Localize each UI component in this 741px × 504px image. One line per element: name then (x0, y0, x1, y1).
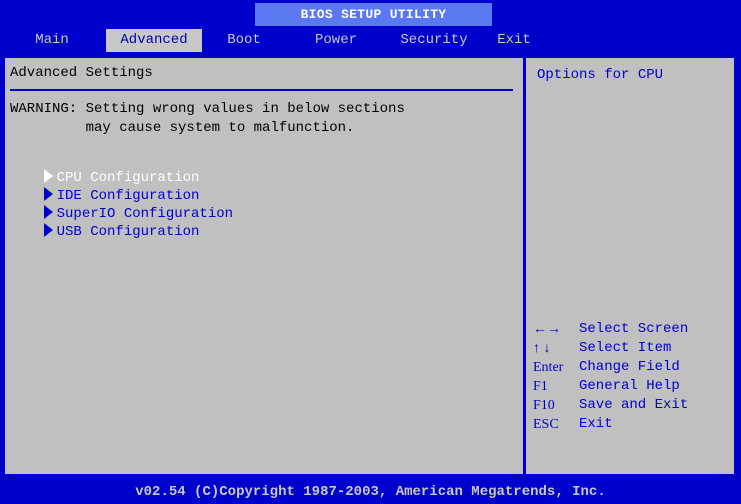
tab-exit[interactable]: Exit (490, 29, 538, 52)
key-row-exit: ESC Exit (533, 415, 731, 434)
help-description: Options for CPU (537, 67, 664, 83)
key-description: General Help (579, 378, 680, 394)
triangle-right-icon (43, 223, 53, 238)
window-title: BIOS SETUP UTILITY (255, 3, 492, 26)
warning-line-2: may cause system to malfunction. (10, 120, 355, 136)
key-description: Select Screen (579, 321, 689, 337)
tab-security[interactable]: Security (388, 29, 480, 52)
menu-item-usb-configuration[interactable]: USB Configuration (10, 205, 199, 240)
key-legend: ←→ Select Screen ↑ ↓ Select Item Enter C… (533, 320, 731, 434)
warning-line-1: WARNING: Setting wrong values in below s… (10, 101, 405, 117)
key-description: Exit (579, 416, 613, 432)
key-label: ESC (533, 417, 559, 432)
page-title: Advanced Settings (10, 65, 153, 81)
key-row-save-exit: F10 Save and Exit (533, 396, 731, 415)
title-bar: BIOS SETUP UTILITY (0, 0, 741, 26)
menu-item-ide-configuration[interactable]: IDE Configuration (10, 169, 199, 204)
key-row-change-field: Enter Change Field (533, 358, 731, 377)
key-label: F10 (533, 398, 555, 413)
tab-boot[interactable]: Boot (220, 29, 268, 52)
panel-divider (523, 57, 526, 475)
key-description: Change Field (579, 359, 680, 375)
tab-advanced[interactable]: Advanced (106, 29, 202, 52)
key-label: F1 (533, 379, 548, 394)
copyright-footer: v02.54 (C)Copyright 1987-2003, American … (0, 481, 741, 504)
key-row-select-screen: ←→ Select Screen (533, 320, 731, 339)
tab-main[interactable]: Main (28, 29, 76, 52)
arrow-left-right-icon: ←→ (533, 322, 561, 337)
key-description: Select Item (579, 340, 672, 356)
menu-item-superio-configuration[interactable]: SuperIO Configuration (10, 187, 233, 222)
help-panel: Options for CPU ←→ Select Screen ↑ ↓ Sel… (529, 60, 733, 472)
menu-bar: Main Advanced Boot Power Security Exit (0, 26, 741, 52)
tab-power[interactable]: Power (306, 29, 366, 52)
key-row-select-item: ↑ ↓ Select Item (533, 339, 731, 358)
menu-item-cpu-configuration[interactable]: CPU Configuration (10, 151, 199, 186)
key-row-general-help: F1 General Help (533, 377, 731, 396)
heading-divider (10, 89, 513, 91)
warning-text: WARNING: Setting wrong values in below s… (10, 100, 405, 138)
menu-item-label: USB Configuration (56, 224, 200, 240)
settings-panel: Advanced Settings WARNING: Setting wrong… (10, 60, 520, 472)
arrow-up-down-icon: ↑ ↓ (533, 341, 551, 356)
key-label: Enter (533, 360, 564, 375)
key-description: Save and Exit (579, 397, 689, 413)
